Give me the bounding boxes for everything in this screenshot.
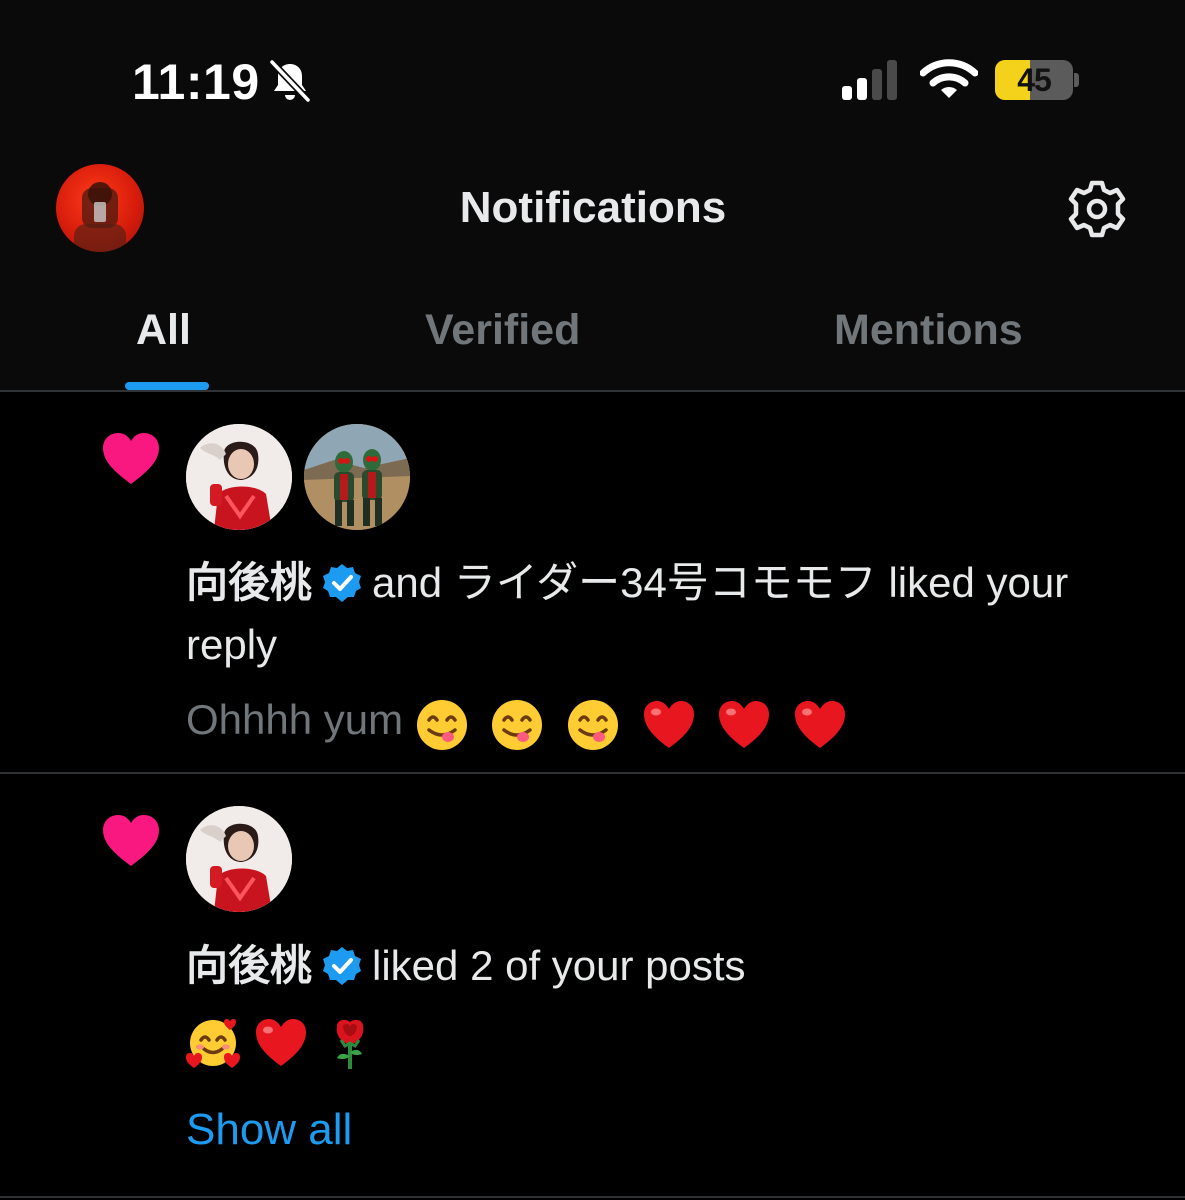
- avatar-photo: [304, 424, 410, 530]
- avatar-photo: [186, 424, 292, 530]
- tab-all[interactable]: All: [136, 300, 191, 360]
- gear-icon[interactable]: [1066, 178, 1128, 240]
- avatar-photo: [186, 806, 292, 912]
- preview-emojis: [186, 1016, 387, 1076]
- profile-photo: [74, 182, 126, 252]
- heart-icon: [103, 815, 159, 866]
- user-avatar[interactable]: [304, 424, 410, 530]
- tab-mentions[interactable]: Mentions: [834, 300, 1023, 360]
- battery-cap: [1074, 73, 1079, 87]
- preview-text: Ohhhh yum: [186, 696, 404, 743]
- preview-emojis: [415, 694, 857, 752]
- verified-badge-icon: [323, 564, 362, 602]
- rose-emoji: [336, 1019, 364, 1069]
- face-savoring-food-emoji: [568, 699, 619, 750]
- user-name[interactable]: 向後桃: [186, 942, 312, 989]
- user-avatar[interactable]: [186, 806, 292, 912]
- notification-action: and ライダー34号コモモフ liked your reply: [186, 559, 1069, 668]
- user-name[interactable]: 向後桃: [186, 559, 312, 606]
- notification-text: 向後桃 and ライダー34号コモモフ liked your reply: [186, 552, 1086, 676]
- notification-divider: [0, 772, 1185, 774]
- notification-divider: [0, 1196, 1185, 1198]
- red-heart-emoji: [256, 1019, 307, 1066]
- verified-badge-icon: [323, 947, 362, 985]
- show-all-link[interactable]: Show all: [186, 1102, 352, 1158]
- red-heart-emoji: [643, 700, 694, 748]
- active-tab-indicator: [125, 382, 209, 390]
- user-avatar[interactable]: [186, 424, 292, 530]
- profile-avatar[interactable]: [56, 164, 144, 252]
- battery-icon: 45: [995, 60, 1079, 100]
- status-time: 11:19: [132, 54, 260, 110]
- face-savoring-food-emoji: [492, 699, 543, 750]
- tab-verified[interactable]: Verified: [425, 300, 580, 360]
- notification-preview: Ohhhh yum: [186, 692, 857, 752]
- red-heart-emoji: [795, 700, 846, 748]
- heart-icon: [103, 433, 159, 484]
- notification-action: liked 2 of your posts: [372, 942, 746, 989]
- page-title: Notifications: [459, 183, 727, 232]
- bell-slash-icon: [269, 59, 311, 103]
- cellular-signal-icon: [842, 60, 897, 100]
- battery-shell: 45: [995, 60, 1073, 100]
- notification-text: 向後桃 liked 2 of your posts: [186, 935, 1086, 997]
- wifi-icon: [920, 59, 978, 98]
- red-heart-emoji: [719, 700, 770, 748]
- face-savoring-food-emoji: [416, 699, 467, 750]
- tabs-divider: [0, 390, 1185, 392]
- battery-level: 45: [1017, 62, 1052, 98]
- smiling-face-with-hearts-emoji: [186, 1019, 240, 1068]
